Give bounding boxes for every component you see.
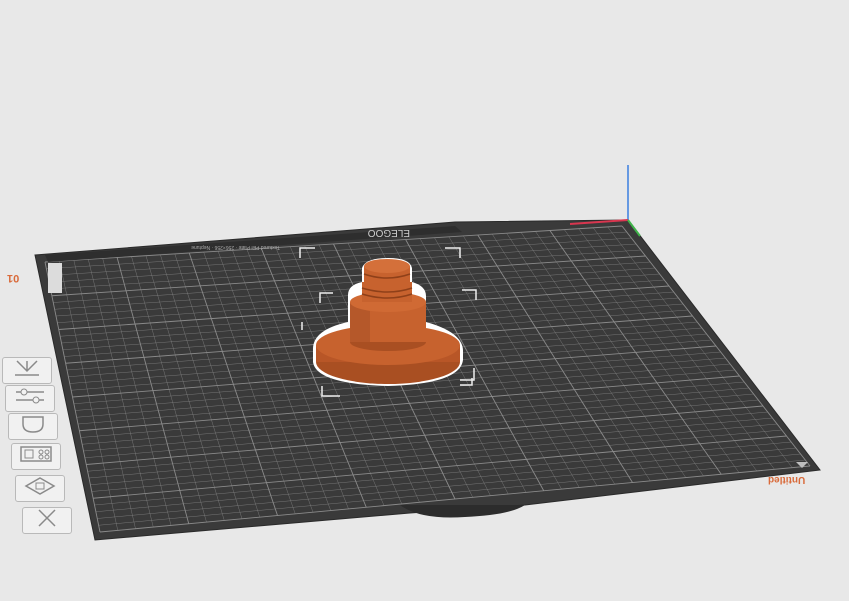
settings-button[interactable] xyxy=(5,385,55,412)
arrange-button[interactable] xyxy=(2,357,52,384)
arrange-icon xyxy=(7,358,47,383)
plate-spec: Textured PEI Plate · 256×256 · Neptune xyxy=(191,244,280,250)
orient-icon xyxy=(20,476,60,501)
layout-icon xyxy=(16,444,56,469)
3d-viewport[interactable]: ELEGOO Textured PEI Plate · 256×256 · Ne… xyxy=(0,0,849,596)
plate-corner-marker xyxy=(48,263,62,293)
plate-number-label: 01 xyxy=(7,272,20,284)
shape-icon xyxy=(13,414,53,439)
layout-button[interactable] xyxy=(11,443,61,470)
settings-icon xyxy=(10,386,50,411)
delete-icon xyxy=(27,508,67,533)
delete-button[interactable] xyxy=(22,507,72,534)
orient-button[interactable] xyxy=(15,475,65,502)
shape-button[interactable] xyxy=(8,413,58,440)
plate-name-label[interactable]: Untitled xyxy=(768,474,805,485)
plate-brand: ELEGOO xyxy=(368,227,410,238)
